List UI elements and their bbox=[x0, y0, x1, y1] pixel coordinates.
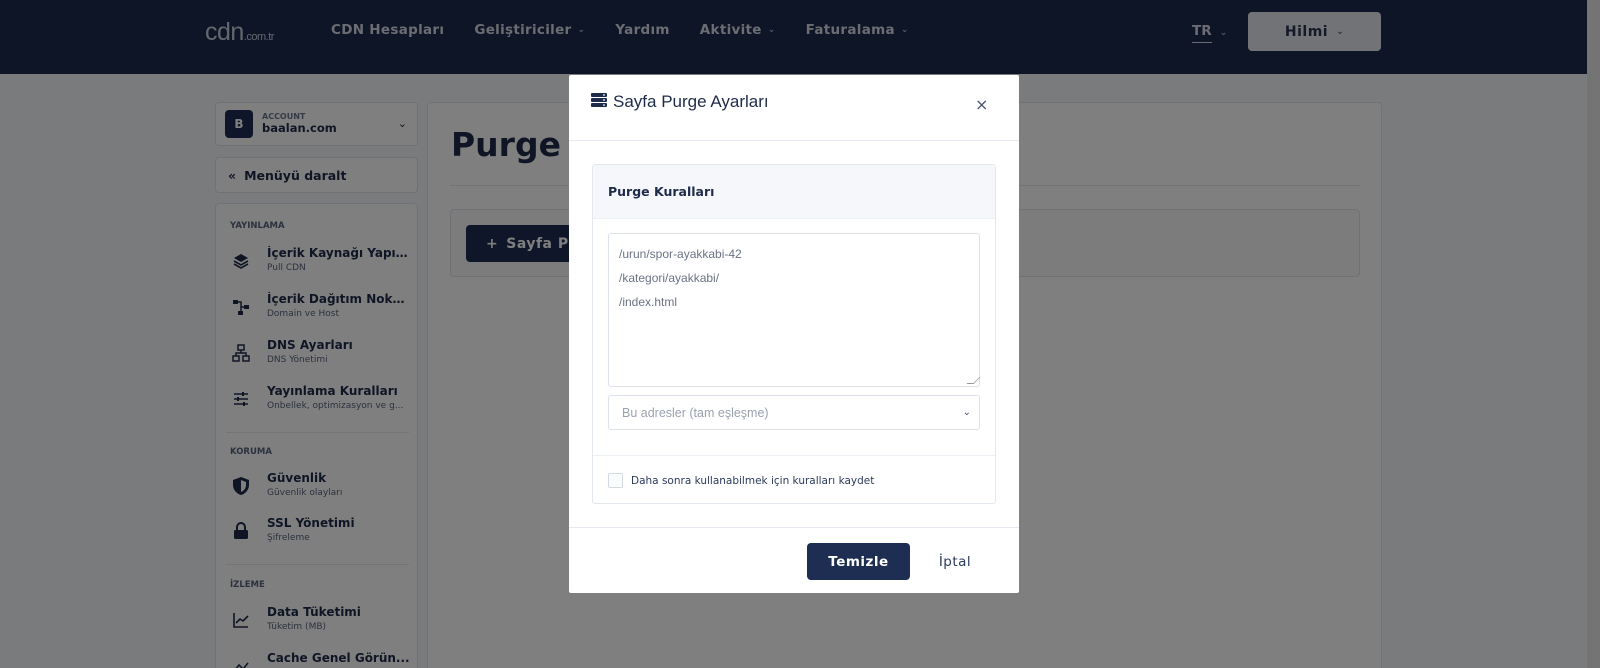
purge-rules-card: Purge Kuralları /urun/spor-ayakkabi-42 /… bbox=[592, 164, 996, 504]
cancel-button[interactable]: İptal bbox=[930, 543, 980, 580]
card-divider bbox=[593, 455, 995, 456]
purge-rules-textarea[interactable]: /urun/spor-ayakkabi-42 /kategori/ayakkab… bbox=[608, 233, 981, 387]
purge-submit-button[interactable]: Temizle bbox=[807, 543, 910, 580]
save-rules-option[interactable]: Daha sonra kullanabilmek için kuralları … bbox=[608, 473, 874, 488]
server-icon bbox=[591, 92, 607, 112]
modal-title: Sayfa Purge Ayarları bbox=[591, 92, 769, 112]
chevron-down-icon: ⌄ bbox=[962, 407, 971, 418]
modal-title-text: Sayfa Purge Ayarları bbox=[613, 92, 769, 111]
match-type-value: Bu adresler (tam eşleşme) bbox=[622, 405, 769, 420]
card-header: Purge Kuralları bbox=[593, 165, 995, 219]
card-title: Purge Kuralları bbox=[608, 184, 715, 199]
match-type-select[interactable]: Bu adresler (tam eşleşme) ⌄ bbox=[608, 395, 980, 430]
modal-header: Sayfa Purge Ayarları × bbox=[569, 75, 1019, 141]
save-rules-checkbox[interactable] bbox=[608, 473, 623, 488]
close-icon[interactable]: × bbox=[975, 95, 988, 114]
footer-divider bbox=[569, 527, 1019, 528]
purge-settings-modal: Sayfa Purge Ayarları × Purge Kuralları /… bbox=[569, 75, 1019, 593]
resize-handle-icon[interactable] bbox=[966, 377, 981, 384]
save-rules-label: Daha sonra kullanabilmek için kuralları … bbox=[631, 474, 875, 487]
